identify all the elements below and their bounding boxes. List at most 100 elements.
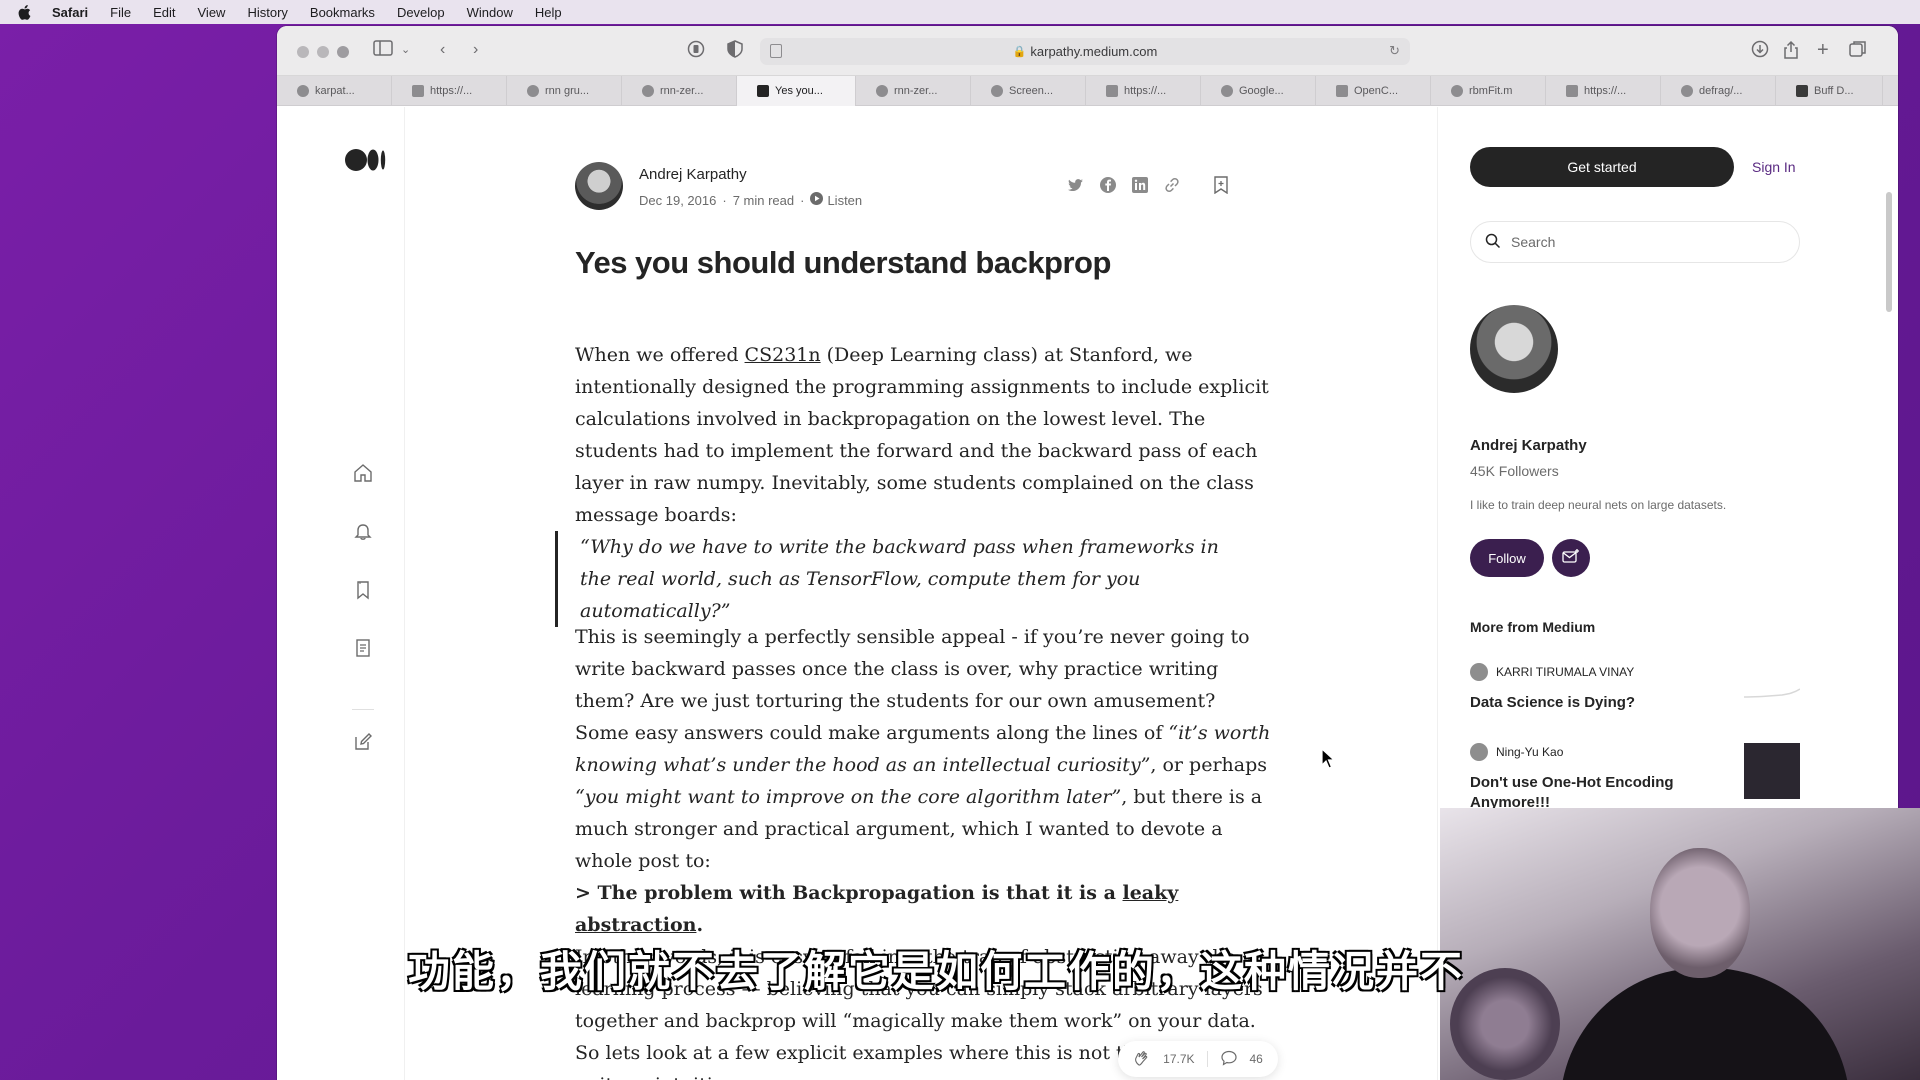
text-span: > The problem with Backpropagation is th… <box>575 882 1123 904</box>
menu-file[interactable]: File <box>110 5 131 20</box>
github-icon <box>1681 85 1693 97</box>
link-icon[interactable] <box>1163 176 1181 194</box>
notifications-bell-icon[interactable] <box>352 520 374 542</box>
sidebar-toggle-icon[interactable] <box>373 40 393 62</box>
zoom-window-button[interactable] <box>337 46 349 58</box>
comment-count: 46 <box>1249 1052 1263 1066</box>
stories-icon[interactable] <box>352 637 374 659</box>
tab-item[interactable]: defrag/... <box>1661 76 1776 106</box>
favicon-icon <box>1451 85 1463 97</box>
tab-label: Yes you... <box>775 85 823 97</box>
article-title: Yes you should understand backprop <box>575 245 1111 280</box>
clap-icon[interactable] <box>1133 1049 1151 1070</box>
close-window-button[interactable] <box>297 46 309 58</box>
clap-bar: 17.7K 46 <box>1118 1041 1278 1077</box>
tab-item[interactable]: https://... <box>1546 76 1661 106</box>
bookmarks-icon[interactable] <box>352 579 374 601</box>
bookmark-add-icon[interactable] <box>1213 176 1229 195</box>
apple-icon[interactable] <box>18 4 32 20</box>
subscribe-email-button[interactable] <box>1552 539 1590 577</box>
profile-name[interactable]: Andrej Karpathy <box>1470 437 1587 454</box>
tab-item[interactable]: Screen... <box>971 76 1086 106</box>
favicon-icon <box>1221 85 1233 97</box>
author-avatar <box>1470 663 1488 681</box>
tab-item[interactable]: rnn-zer... <box>856 76 971 106</box>
tab-item[interactable]: Buff D... <box>1776 76 1883 106</box>
menu-view[interactable]: View <box>198 5 226 20</box>
search-input[interactable]: Search <box>1470 221 1800 263</box>
menu-history[interactable]: History <box>247 5 287 20</box>
new-tab-icon[interactable]: + <box>1817 40 1829 60</box>
follower-count[interactable]: 45K Followers <box>1470 463 1559 479</box>
forward-icon[interactable]: › <box>473 40 478 60</box>
tab-item[interactable]: OpenC... <box>1316 76 1431 106</box>
play-icon <box>810 192 824 208</box>
webcam-person-head <box>1650 848 1750 978</box>
back-icon[interactable]: ‹ <box>440 40 445 60</box>
menu-window[interactable]: Window <box>467 5 513 20</box>
tab-item[interactable]: Google... <box>1201 76 1316 106</box>
page-scrollbar[interactable] <box>1886 192 1892 312</box>
sign-in-link[interactable]: Sign In <box>1752 159 1796 175</box>
divider <box>1206 1051 1208 1067</box>
downloads-icon[interactable] <box>1751 40 1769 64</box>
text-span: , or perhaps <box>1150 754 1267 776</box>
favicon-icon <box>1336 85 1348 97</box>
recommendation-item[interactable]: Ning-Yu Kao Don't use One-Hot Encoding A… <box>1470 743 1800 813</box>
tab-item[interactable]: https://... <box>392 76 507 106</box>
shield-icon[interactable] <box>727 40 743 64</box>
medium-logo-icon[interactable] <box>345 149 387 176</box>
text-span: This is seemingly a perfectly sensible a… <box>575 626 1250 744</box>
author-avatar <box>1470 743 1488 761</box>
tab-label: karpat... <box>315 85 355 97</box>
share-icons <box>1067 176 1181 194</box>
tab-item[interactable]: rnn gru... <box>507 76 622 106</box>
author-row: Andrej Karpathy Dec 19, 2016 · 7 min rea… <box>575 162 1255 212</box>
twitter-icon[interactable] <box>1067 176 1085 194</box>
menu-develop[interactable]: Develop <box>397 5 445 20</box>
get-started-button[interactable]: Get started <box>1470 147 1734 187</box>
author-avatar[interactable] <box>575 162 623 210</box>
author-name[interactable]: Andrej Karpathy <box>639 166 747 183</box>
chevron-down-icon[interactable]: ⌄ <box>401 40 410 60</box>
recommendation-item[interactable]: KARRI TIRUMALA VINAY Data Science is Dyi… <box>1470 663 1801 713</box>
share-icon[interactable] <box>1783 40 1799 66</box>
linkedin-icon[interactable] <box>1131 176 1149 194</box>
listen-button[interactable]: Listen <box>810 192 862 208</box>
favicon-icon <box>1106 85 1118 97</box>
tab-item[interactable]: https://... <box>1086 76 1201 106</box>
tab-item[interactable]: rbmFit.m <box>1431 76 1546 106</box>
recommendation-title[interactable]: Don't use One-Hot Encoding Anymore!!! <box>1470 773 1710 813</box>
menu-help[interactable]: Help <box>535 5 562 20</box>
home-icon[interactable] <box>352 462 374 484</box>
profile-avatar[interactable] <box>1470 305 1558 393</box>
reader-icon[interactable] <box>770 44 782 58</box>
cs231n-link[interactable]: CS231n <box>745 344 821 366</box>
paragraph-argument: This is seemingly a perfectly sensible a… <box>575 621 1275 877</box>
comment-icon[interactable] <box>1220 1049 1238 1070</box>
privacy-report-icon[interactable] <box>687 40 705 64</box>
tab-item-active[interactable]: Yes you... <box>737 76 856 106</box>
text-span: When we offered <box>575 344 745 366</box>
recommendation-thumbnail[interactable] <box>1743 683 1801 703</box>
minimize-window-button[interactable] <box>317 46 329 58</box>
mouse-cursor-icon <box>1321 747 1337 775</box>
facebook-icon[interactable] <box>1099 176 1117 194</box>
tab-item[interactable]: karpat... <box>277 76 392 106</box>
tab-label: Screen... <box>1009 85 1054 97</box>
menu-safari[interactable]: Safari <box>52 5 88 20</box>
follow-button[interactable]: Follow <box>1470 539 1544 577</box>
recommendation-thumbnail[interactable] <box>1744 743 1800 799</box>
tab-overview-icon[interactable] <box>1849 40 1867 64</box>
address-bar[interactable]: 🔒 karpathy.medium.com ↻ <box>760 38 1410 65</box>
github-icon <box>642 85 654 97</box>
recommendation-author: KARRI TIRUMALA VINAY <box>1470 663 1800 681</box>
clap-count: 17.7K <box>1163 1052 1195 1066</box>
reload-icon[interactable]: ↻ <box>1389 43 1400 59</box>
recommendation-title[interactable]: Data Science is Dying? <box>1470 693 1710 713</box>
tab-item[interactable]: rnn-zer... <box>622 76 737 106</box>
menu-edit[interactable]: Edit <box>153 5 175 20</box>
write-icon[interactable] <box>352 731 374 753</box>
tab-label: Google... <box>1239 85 1284 97</box>
menu-bookmarks[interactable]: Bookmarks <box>310 5 375 20</box>
